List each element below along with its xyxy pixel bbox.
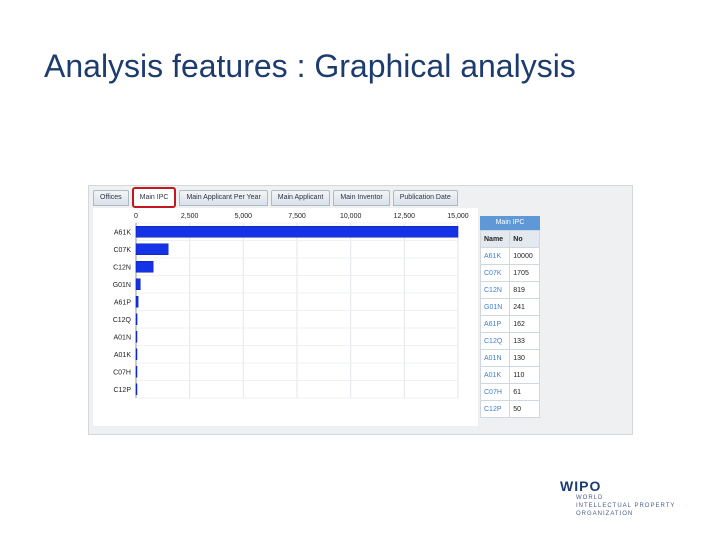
ipc-count: 819 xyxy=(510,282,540,299)
ipc-count: 10000 xyxy=(510,248,540,265)
category-label: A01N xyxy=(113,334,131,341)
bar xyxy=(136,226,458,237)
ipc-name: C12Q xyxy=(481,333,510,350)
wipo-logo-line: INTELLECTUAL PROPERTY xyxy=(576,502,700,510)
table-header-row: Name No xyxy=(481,231,540,248)
ipc-name: A01N xyxy=(481,350,510,367)
category-label: C07H xyxy=(113,369,131,376)
ipc-count: 130 xyxy=(510,350,540,367)
x-tick-label: 5,000 xyxy=(235,213,253,220)
x-tick-label: 10,000 xyxy=(340,213,362,220)
bar xyxy=(136,366,137,377)
bar xyxy=(136,314,137,325)
bar xyxy=(136,384,137,395)
category-label: A01K xyxy=(114,352,131,359)
ipc-count: 133 xyxy=(510,333,540,350)
table-row[interactable]: A01N130 xyxy=(481,350,540,367)
table-row[interactable]: A01K110 xyxy=(481,367,540,384)
category-label: G01N xyxy=(113,282,131,289)
x-tick-label: 15,000 xyxy=(447,213,469,220)
category-label: C12Q xyxy=(113,317,132,324)
ipc-name: C07K xyxy=(481,265,510,282)
category-label: C07K xyxy=(113,247,131,254)
wipo-logo-line: WORLD xyxy=(576,494,700,502)
ipc-table-panel: Main IPC Name No A61K10000 C07K1705 C12N… xyxy=(480,216,540,418)
ipc-name: A61K xyxy=(481,248,510,265)
ipc-count: 110 xyxy=(510,367,540,384)
table-row[interactable]: C12N819 xyxy=(481,282,540,299)
bar-chart: 0 2,500 5,000 7,500 10,000 12,500 15,000 A61K C0… xyxy=(93,208,478,426)
category-label: C12N xyxy=(113,264,131,271)
tab-offices[interactable]: Offices xyxy=(93,190,129,206)
tab-main-applicant-per-year[interactable]: Main Applicant Per Year xyxy=(179,190,267,206)
ipc-count: 241 xyxy=(510,299,540,316)
x-tick-label: 12,500 xyxy=(394,213,416,220)
bar xyxy=(136,349,137,360)
bar xyxy=(136,279,140,290)
category-label: C12P xyxy=(113,387,131,394)
table-row[interactable]: A61P162 xyxy=(481,316,540,333)
bar xyxy=(136,261,153,272)
analysis-panel: Offices Main IPC Main Applicant Per Year… xyxy=(88,185,633,435)
slide-title: Analysis features : Graphical analysis xyxy=(44,48,576,85)
ipc-name: C12P xyxy=(481,401,510,418)
ipc-count: 162 xyxy=(510,316,540,333)
x-tick-label: 0 xyxy=(134,213,138,220)
ipc-table: Name No A61K10000 C07K1705 C12N819 G01N2… xyxy=(480,230,540,418)
bar xyxy=(136,331,137,342)
bar-chart-area: 0 2,500 5,000 7,500 10,000 12,500 15,000 A61K C0… xyxy=(93,208,478,426)
wipo-logo-line: ORGANIZATION xyxy=(576,510,700,518)
ipc-name: C07H xyxy=(481,384,510,401)
wipo-logo: WIPO WORLD INTELLECTUAL PROPERTY ORGANIZ… xyxy=(560,478,700,518)
x-tick-label: 7,500 xyxy=(288,213,306,220)
table-row[interactable]: A61K10000 xyxy=(481,248,540,265)
ipc-count: 50 xyxy=(510,401,540,418)
ipc-count: 61 xyxy=(510,384,540,401)
bar xyxy=(136,296,138,307)
tab-main-inventor[interactable]: Main Inventor xyxy=(333,190,389,206)
bar xyxy=(136,244,168,255)
table-row[interactable]: C12Q133 xyxy=(481,333,540,350)
tab-main-ipc[interactable]: Main IPC xyxy=(132,187,177,208)
table-row[interactable]: C07H61 xyxy=(481,384,540,401)
column-header-no[interactable]: No xyxy=(510,231,540,248)
ipc-name: A01K xyxy=(481,367,510,384)
tab-main-applicant[interactable]: Main Applicant xyxy=(271,190,331,206)
tab-publication-date[interactable]: Publication Date xyxy=(393,190,458,206)
ipc-count: 1705 xyxy=(510,265,540,282)
wipo-logo-mark: WIPO xyxy=(560,478,700,494)
ipc-name: C12N xyxy=(481,282,510,299)
table-row[interactable]: G01N241 xyxy=(481,299,540,316)
tab-bar: Offices Main IPC Main Applicant Per Year… xyxy=(93,190,458,208)
column-header-name[interactable]: Name xyxy=(481,231,510,248)
ipc-name: G01N xyxy=(481,299,510,316)
table-row[interactable]: C07K1705 xyxy=(481,265,540,282)
category-label: A61P xyxy=(114,299,131,306)
table-title: Main IPC xyxy=(480,216,540,230)
table-row[interactable]: C12P50 xyxy=(481,401,540,418)
ipc-name: A61P xyxy=(481,316,510,333)
category-label: A61K xyxy=(114,229,131,236)
x-tick-label: 2,500 xyxy=(181,213,199,220)
